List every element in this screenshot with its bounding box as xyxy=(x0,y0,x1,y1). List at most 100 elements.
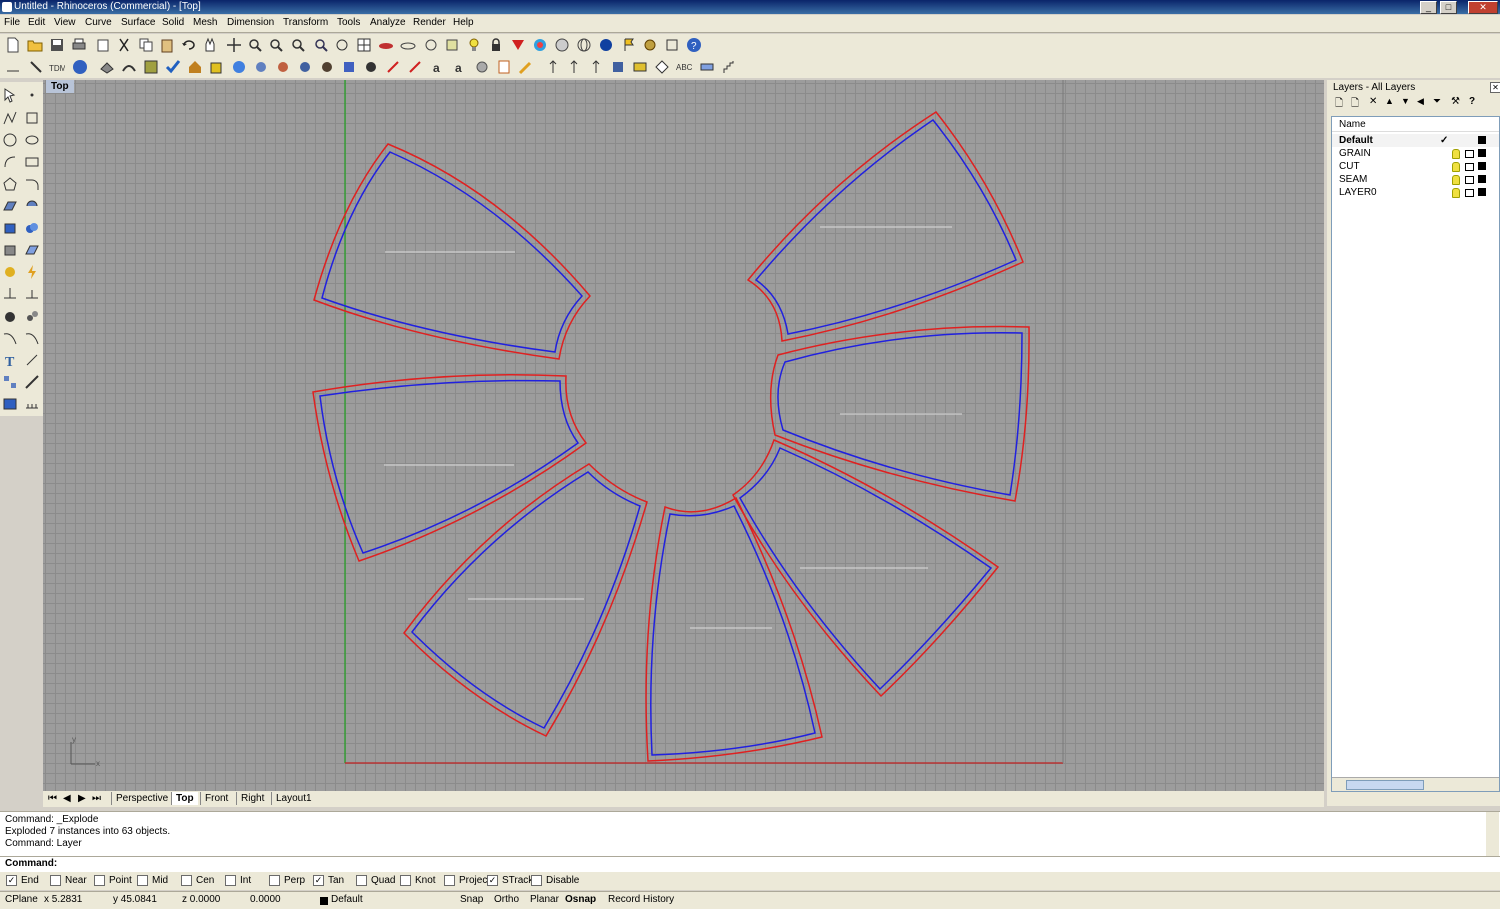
zoom-extents-icon[interactable] xyxy=(290,37,306,53)
move-out-icon[interactable]: ◀ xyxy=(1417,96,1424,107)
dimension-icon[interactable] xyxy=(24,286,40,302)
analyze-icon[interactable] xyxy=(2,286,18,302)
layer-row-grain[interactable]: GRAIN xyxy=(1332,147,1499,160)
ruler-icon[interactable] xyxy=(699,59,715,75)
move-down-icon[interactable]: ▼ xyxy=(1401,96,1410,106)
doc-icon[interactable] xyxy=(496,59,512,75)
osnap-quad[interactable]: Quad xyxy=(356,875,395,886)
polyline-icon[interactable] xyxy=(2,110,18,126)
last-tab-icon[interactable]: ⏭ xyxy=(92,793,101,804)
snap-toggle[interactable]: Snap xyxy=(460,894,483,905)
extend-icon[interactable] xyxy=(24,330,40,346)
red-pen-2-icon[interactable] xyxy=(407,59,423,75)
select-icon[interactable] xyxy=(423,37,439,53)
filter-icon[interactable]: ⏷ xyxy=(1433,96,1441,107)
light-bulb-icon[interactable] xyxy=(1452,149,1460,159)
dim-1-icon[interactable] xyxy=(545,59,561,75)
help-icon[interactable]: ? xyxy=(686,37,702,53)
spelling-abc-icon[interactable]: ABC xyxy=(676,59,696,75)
tool-b-icon[interactable] xyxy=(275,59,291,75)
new-sublayer-icon[interactable]: 🗋 xyxy=(1351,96,1359,113)
cut-icon[interactable] xyxy=(116,37,132,53)
tab-right[interactable]: Right xyxy=(236,792,268,805)
tdm-icon[interactable]: TDM xyxy=(49,59,67,75)
block-icon[interactable] xyxy=(143,59,159,75)
tab-layout1[interactable]: Layout1 xyxy=(271,792,316,805)
tool-a-icon[interactable] xyxy=(253,59,269,75)
gear-icon[interactable] xyxy=(474,59,490,75)
layer-tool-icon[interactable] xyxy=(99,59,115,75)
lightning-icon[interactable] xyxy=(24,264,40,280)
move-up-icon[interactable]: ▲ xyxy=(1385,96,1394,106)
layers-list[interactable]: Name Default ✓ GRAIN CUT SEAM LAYER0 xyxy=(1331,116,1500,792)
light-bulb-icon[interactable] xyxy=(1452,188,1460,198)
gumball-icon[interactable] xyxy=(2,264,18,280)
sweep-icon[interactable] xyxy=(121,59,137,75)
new-layer-icon[interactable]: 🗋 xyxy=(1335,96,1343,113)
text-tool-icon[interactable]: T xyxy=(2,352,18,370)
maximize-button[interactable]: □ xyxy=(1440,1,1457,14)
zoom-icon[interactable] xyxy=(247,37,263,53)
layer-color-swatch[interactable] xyxy=(1478,149,1486,157)
help-2-icon[interactable] xyxy=(72,59,88,75)
menu-dimension[interactable]: Dimension xyxy=(227,17,274,28)
circle-icon[interactable] xyxy=(2,132,18,148)
tab-top[interactable]: Top xyxy=(171,792,198,805)
render-preview-icon[interactable] xyxy=(554,37,570,53)
properties-icon[interactable] xyxy=(510,37,526,53)
planar-toggle[interactable]: Planar xyxy=(530,894,559,905)
rendered-sphere-icon[interactable] xyxy=(598,37,614,53)
unlock-icon[interactable] xyxy=(1465,150,1474,158)
layer-row-default[interactable]: Default ✓ xyxy=(1332,134,1499,147)
layer-color-swatch[interactable] xyxy=(1478,136,1486,144)
layer-row-seam[interactable]: SEAM xyxy=(1332,173,1499,186)
menu-solid[interactable]: Solid xyxy=(162,17,184,28)
rotate-view-icon[interactable] xyxy=(226,37,242,53)
menu-file[interactable]: File xyxy=(4,17,20,28)
layers-horizontal-scrollbar[interactable] xyxy=(1332,777,1499,791)
plugin-icon[interactable] xyxy=(664,37,680,53)
osnap-project[interactable]: Project xyxy=(444,875,490,886)
delete-layer-icon[interactable]: ✕ xyxy=(1369,96,1377,107)
tool-d-icon[interactable] xyxy=(319,59,335,75)
text-a2-icon[interactable]: a xyxy=(452,59,468,75)
menu-help[interactable]: Help xyxy=(453,17,474,28)
menu-transform[interactable]: Transform xyxy=(283,17,328,28)
tool-e-icon[interactable] xyxy=(341,59,357,75)
text-a-icon[interactable]: a xyxy=(430,59,446,75)
move-icon[interactable] xyxy=(24,352,40,368)
boolean-icon[interactable] xyxy=(24,220,40,236)
house-icon[interactable] xyxy=(187,59,203,75)
layer-help-icon[interactable]: ? xyxy=(1469,96,1475,107)
pen-icon[interactable] xyxy=(28,59,44,75)
pan-hand-icon[interactable] xyxy=(202,37,218,53)
tab-perspective[interactable]: Perspective xyxy=(111,792,172,805)
undo-view-icon[interactable] xyxy=(334,37,350,53)
viewport-title[interactable]: Top xyxy=(46,80,74,93)
scale-icon[interactable] xyxy=(24,374,40,390)
first-tab-icon[interactable]: ⏮ xyxy=(48,793,57,804)
history-scrollbar[interactable] xyxy=(1486,812,1499,856)
command-line-input[interactable]: Command: xyxy=(0,856,1500,873)
brush-icon[interactable] xyxy=(518,59,534,75)
paint-icon[interactable] xyxy=(632,59,648,75)
dim-2-icon[interactable] xyxy=(566,59,582,75)
layer-row-layer0[interactable]: LAYER0 xyxy=(1332,186,1499,199)
light-bulb-icon[interactable] xyxy=(466,37,482,53)
cylinder-icon[interactable] xyxy=(2,242,18,258)
prev-tab-icon[interactable]: ◀ xyxy=(63,793,71,804)
command-history[interactable]: Command: _Explode Exploded 7 instances i… xyxy=(0,811,1500,857)
print-icon[interactable] xyxy=(71,37,87,53)
tool-f-icon[interactable] xyxy=(363,59,379,75)
sphere-blue-icon[interactable] xyxy=(231,59,247,75)
grid-snap-icon[interactable] xyxy=(444,37,460,53)
current-layer-swatch[interactable] xyxy=(320,897,328,905)
next-tab-icon[interactable]: ▶ xyxy=(78,793,86,804)
light-bulb-icon[interactable] xyxy=(1452,162,1460,172)
wireframe-sphere-icon[interactable] xyxy=(576,37,592,53)
edit-object-icon[interactable] xyxy=(209,59,225,75)
crop-icon[interactable] xyxy=(610,59,626,75)
layer-tools-icon[interactable]: ⚒ xyxy=(1451,96,1460,107)
copy-to-layer-icon[interactable] xyxy=(95,37,111,53)
diamond-icon[interactable] xyxy=(654,59,670,75)
